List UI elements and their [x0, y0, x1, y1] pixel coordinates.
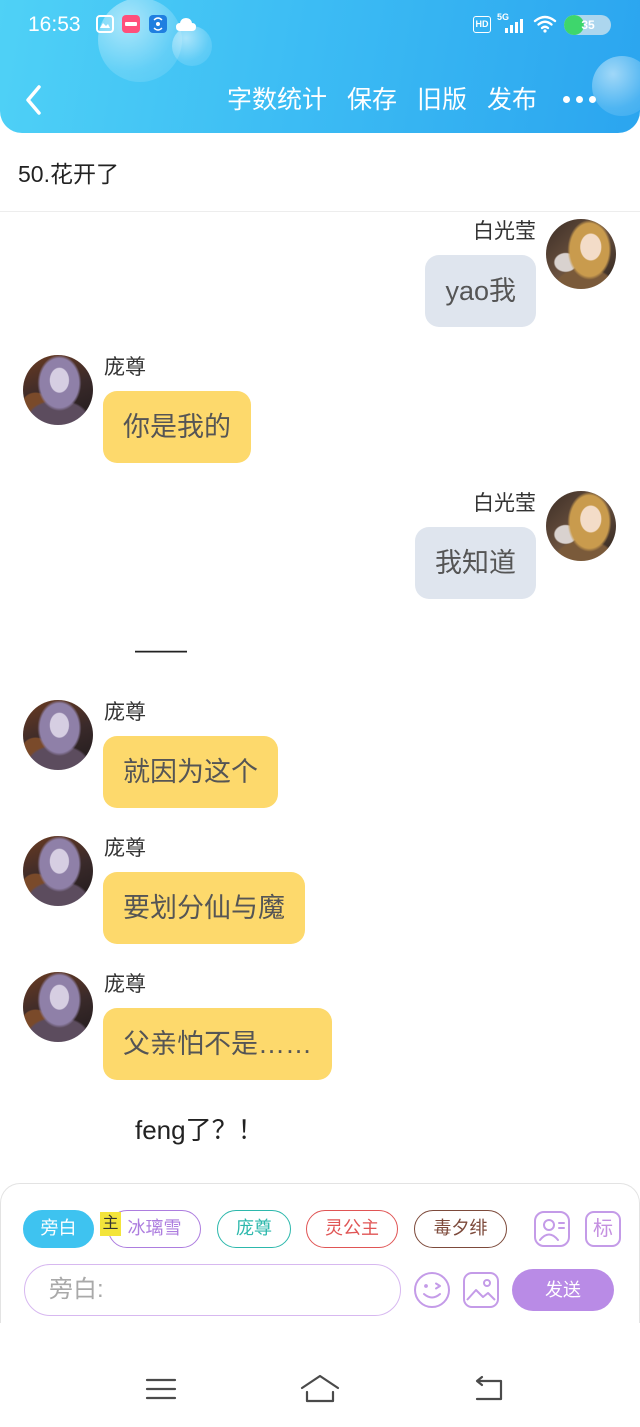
chat-message[interactable]: 庞尊 父亲怕不是…… — [0, 972, 640, 1080]
person-card-icon[interactable] — [534, 1211, 570, 1247]
mark-label: 标 — [593, 1218, 613, 1240]
decor-bubble — [592, 56, 640, 116]
chat-message[interactable]: 庞尊 你是我的 — [0, 355, 640, 463]
composer-panel: 旁白 主 冰璃雪 庞尊 灵公主 毒夕绯 标 发送 — [0, 1183, 640, 1323]
chat-message[interactable]: 白光莹 我知道 — [0, 491, 640, 599]
role-chip-bingli-xue[interactable]: 冰璃雪 — [108, 1210, 201, 1248]
app-header: 16:53 HD 5G 35 字数统计 保存 旧版 发布 — [0, 0, 640, 133]
hotspot-icon — [149, 15, 167, 33]
battery-level: 35 — [581, 18, 595, 32]
old-version-button[interactable]: 旧版 — [417, 84, 467, 116]
save-button[interactable]: 保存 — [347, 84, 397, 116]
avatar[interactable] — [546, 491, 616, 561]
speaker-name: 庞尊 — [104, 973, 146, 996]
chat-list[interactable]: 白光莹 yao我 庞尊 你是我的 白光莹 我知道 —— 庞尊 就因为这个 庞尊 … — [0, 212, 640, 1183]
battery-icon: 35 — [564, 15, 611, 35]
word-count-button[interactable]: 字数统计 — [227, 84, 327, 116]
message-bubble[interactable]: 你是我的 — [103, 391, 251, 463]
signal-icon — [505, 18, 526, 33]
menu-icon[interactable] — [145, 1377, 177, 1401]
speaker-name: 白光莹 — [473, 220, 536, 243]
role-chip-pang-zun[interactable]: 庞尊 — [217, 1210, 291, 1248]
message-bubble[interactable]: 要划分仙与魔 — [103, 872, 305, 944]
role-chip-du-xifei[interactable]: 毒夕绯 — [414, 1210, 507, 1248]
cloud-icon — [175, 15, 197, 33]
message-input[interactable] — [24, 1264, 401, 1316]
header-actions: 字数统计 保存 旧版 发布 — [227, 84, 537, 116]
chat-message[interactable]: 白光莹 yao我 — [0, 219, 640, 327]
hd-badge: HD — [473, 16, 491, 33]
chevron-left-icon[interactable] — [22, 84, 48, 116]
speaker-name: 庞尊 — [104, 837, 146, 860]
chat-message[interactable]: 庞尊 要划分仙与魔 — [0, 836, 640, 944]
speaker-name: 庞尊 — [104, 701, 146, 724]
chapter-title[interactable]: 50.花开了 — [18, 155, 119, 189]
avatar[interactable] — [23, 700, 93, 770]
chapter-title-bar: 50.花开了 — [0, 133, 640, 212]
publish-button[interactable]: 发布 — [487, 84, 537, 116]
back-icon[interactable] — [472, 1375, 506, 1403]
speaker-name: 白光莹 — [473, 492, 536, 515]
narration-text[interactable]: —— — [0, 627, 640, 671]
chat-message[interactable]: 庞尊 就因为这个 — [0, 700, 640, 808]
role-chip-narrator[interactable]: 旁白 — [23, 1210, 94, 1248]
image-icon[interactable] — [463, 1272, 499, 1308]
gallery-notification-icon — [96, 15, 114, 33]
avatar[interactable] — [23, 972, 93, 1042]
system-nav-bar — [0, 1340, 640, 1427]
mark-icon[interactable]: 标 — [585, 1211, 621, 1247]
app-notification-icon — [122, 15, 140, 33]
avatar[interactable] — [23, 355, 93, 425]
speaker-name: 庞尊 — [104, 356, 146, 379]
avatar[interactable] — [546, 219, 616, 289]
narration-text[interactable]: feng了？！ — [0, 1108, 640, 1152]
role-chip-ling-gongzhu[interactable]: 灵公主 — [306, 1210, 398, 1248]
decor-bubble — [98, 0, 182, 82]
main-role-tag: 主 — [100, 1212, 121, 1236]
message-bubble[interactable]: 我知道 — [415, 527, 536, 599]
message-bubble[interactable]: 就因为这个 — [103, 736, 278, 808]
message-bubble[interactable]: 父亲怕不是…… — [103, 1008, 332, 1080]
smiley-icon[interactable] — [413, 1271, 451, 1309]
send-button[interactable]: 发送 — [512, 1269, 614, 1311]
avatar[interactable] — [23, 836, 93, 906]
more-dots-icon[interactable] — [563, 96, 596, 103]
home-icon[interactable] — [299, 1373, 341, 1405]
wifi-icon — [533, 15, 557, 33]
status-time: 16:53 — [28, 13, 81, 36]
message-bubble[interactable]: yao我 — [425, 255, 536, 327]
